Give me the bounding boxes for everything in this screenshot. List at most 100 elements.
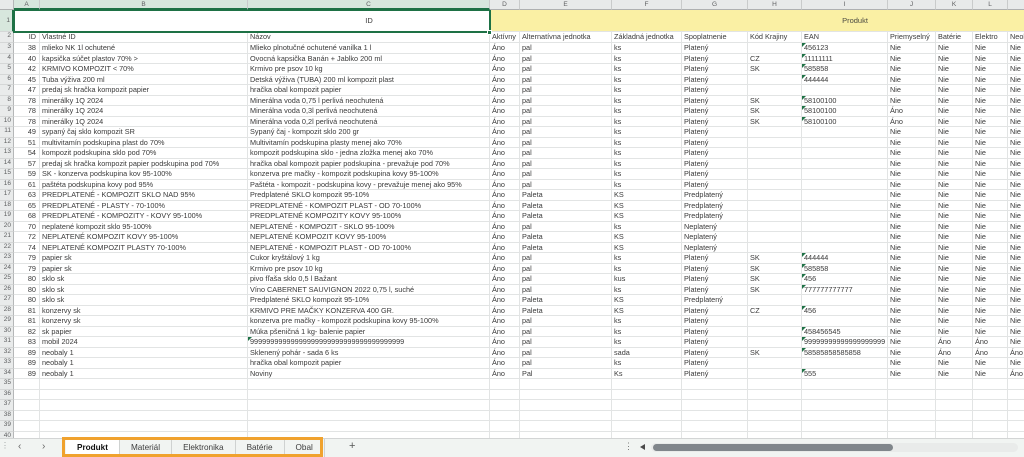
cell-ean[interactable]: 99999999999999999999 [802,337,888,348]
cell-spoplatnenie[interactable]: Platený [682,316,748,327]
cell-ean[interactable] [802,201,888,212]
cell-nazov[interactable]: Múka pšeničná 1 kg- balenie papier [248,327,490,338]
cell-spoplatnenie[interactable]: Platený [682,264,748,275]
cell-nazov[interactable]: NEPLATENÉ - KOMPOZIT - SKLO 95-100% [248,222,490,233]
cell-zakladna-jednotka[interactable]: ks [612,285,682,296]
cell-ean[interactable]: 58100100 [802,106,888,117]
column-header-G[interactable]: G [682,0,748,10]
cell-vlastne-id[interactable]: neobaly 1 [40,369,248,380]
cell-ean[interactable] [802,222,888,233]
empty-cell[interactable] [748,421,802,432]
row-header-34[interactable]: 34 [0,369,14,380]
row-header-18[interactable]: 18 [0,201,14,212]
cell-priemyselny[interactable]: Nie [888,274,936,285]
empty-cell[interactable] [14,390,40,401]
cell-nazov[interactable]: Cukor kryštálový 1 kg [248,253,490,264]
cell-elektro[interactable]: Nie [973,127,1008,138]
cell-aktivny[interactable]: Áno [490,106,520,117]
cell-priemyselny[interactable]: Nie [888,96,936,107]
cell-aktivny[interactable]: Áno [490,180,520,191]
cell-alternativna-jednotka[interactable]: pal [520,106,612,117]
cell-alternativna-jednotka[interactable]: Paleta [520,232,612,243]
cell-spoplatnenie[interactable]: Predplatený [682,295,748,306]
cell-id[interactable]: 68 [14,211,40,222]
field-header-K[interactable]: Batérie [936,32,973,43]
cell-aktivny[interactable]: Áno [490,358,520,369]
cell-vlastne-id[interactable]: predaj sk hračka kompozit papier podskup… [40,159,248,170]
cell-priemyselny[interactable]: Nie [888,232,936,243]
cell-alternativna-jednotka[interactable]: pal [520,75,612,86]
cell-neobal[interactable]: Nie [1008,148,1024,159]
cell-neobal[interactable]: Nie [1008,211,1024,222]
cell-kod-krajiny[interactable] [748,148,802,159]
cell-spoplatnenie[interactable]: Platený [682,169,748,180]
row-header-22[interactable]: 22 [0,243,14,254]
cell-ean[interactable]: 58100100 [802,96,888,107]
cell-priemyselny[interactable]: Nie [888,316,936,327]
cell-zakladna-jednotka[interactable]: ks [612,222,682,233]
cell-id[interactable]: 61 [14,180,40,191]
cell-neobal[interactable]: Nie [1008,138,1024,149]
cell-nazov[interactable]: Multivitamín podskupina plasty menej ako… [248,138,490,149]
cell-ean[interactable] [802,127,888,138]
cell-neobal[interactable]: Nie [1008,243,1024,254]
cell-spoplatnenie[interactable]: Platený [682,85,748,96]
cell-kod-krajiny[interactable] [748,159,802,170]
cell-alternativna-jednotka[interactable]: Paleta [520,211,612,222]
cell-neobal[interactable]: Nie [1008,295,1024,306]
cell-baterie[interactable]: Nie [936,54,973,65]
empty-cell[interactable] [936,390,973,401]
cell-zakladna-jednotka[interactable]: ks [612,337,682,348]
cell-vlastne-id[interactable]: minerálky 1Q 2024 [40,117,248,128]
cell-neobal[interactable]: Nie [1008,306,1024,317]
cell-aktivny[interactable]: Áno [490,117,520,128]
cell-priemyselny[interactable]: Nie [888,358,936,369]
row-header-2[interactable]: 2 [0,32,14,43]
field-header-H[interactable]: Kód Krajiny [748,32,802,43]
cell-alternativna-jednotka[interactable]: pal [520,64,612,75]
cell-elektro[interactable]: Nie [973,85,1008,96]
empty-cell[interactable] [40,411,248,422]
cell-elektro[interactable]: Nie [973,327,1008,338]
cell-spoplatnenie[interactable]: Platený [682,127,748,138]
cell-elektro[interactable]: Nie [973,96,1008,107]
cell-neobal[interactable]: Nie [1008,285,1024,296]
cell-vlastne-id[interactable]: NEPLATENÉ KOMPOZIT KOVY 95-100% [40,232,248,243]
row-header-38[interactable]: 38 [0,411,14,422]
row-header-1[interactable]: 1 [0,10,14,32]
cell-alternativna-jednotka[interactable]: pal [520,358,612,369]
cell-alternativna-jednotka[interactable]: pal [520,169,612,180]
row-header-36[interactable]: 36 [0,390,14,401]
cell-neobal[interactable]: Nie [1008,85,1024,96]
empty-cell[interactable] [888,390,936,401]
cell-baterie[interactable]: Nie [936,327,973,338]
cell-kod-krajiny[interactable]: CZ [748,306,802,317]
cell-kod-krajiny[interactable]: SK [748,348,802,359]
cell-vlastne-id[interactable]: kapsička súčet plastov 70% > [40,54,248,65]
cell-elektro[interactable]: Nie [973,201,1008,212]
cell-elektro[interactable]: Nie [973,169,1008,180]
cell-kod-krajiny[interactable] [748,201,802,212]
cell-nazov[interactable]: Víno CABERNET SAUVIGNON 2022 0,75 l, suc… [248,285,490,296]
cell-id[interactable]: 59 [14,169,40,180]
cell-id[interactable]: 79 [14,253,40,264]
cell-zakladna-jednotka[interactable]: KS [612,295,682,306]
cell-ean[interactable]: 458456545 [802,327,888,338]
cell-vlastne-id[interactable]: sklo sk [40,295,248,306]
empty-cell[interactable] [936,379,973,390]
cell-vlastne-id[interactable]: SK - konzerva podskupina kov 95-100% [40,169,248,180]
cell-ean[interactable] [802,138,888,149]
cell-baterie[interactable]: Nie [936,369,973,380]
empty-cell[interactable] [748,390,802,401]
cell-vlastne-id[interactable]: papier sk [40,253,248,264]
cell-kod-krajiny[interactable] [748,211,802,222]
cell-kod-krajiny[interactable]: SK [748,117,802,128]
cell-elektro[interactable]: Nie [973,285,1008,296]
field-header-M[interactable]: Neobal [1008,32,1024,43]
tab-produkt[interactable]: Produkt [66,439,120,457]
cell-nazov[interactable]: hračka obal kompozit papier podskupina -… [248,159,490,170]
cell-zakladna-jednotka[interactable]: KS [612,211,682,222]
empty-cell[interactable] [936,400,973,411]
column-header-F[interactable]: F [612,0,682,10]
row-header-27[interactable]: 27 [0,295,14,306]
